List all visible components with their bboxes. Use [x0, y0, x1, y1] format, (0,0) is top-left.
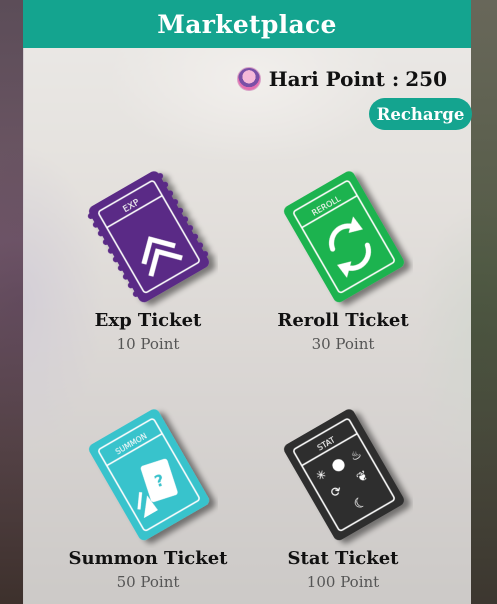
summon-ticket-card[interactable]: SUMMON ? Summon Ticket 50 Point [48, 398, 248, 591]
points-display: Hari Point : 250 [236, 67, 447, 91]
reroll-ticket-title: Reroll Ticket [277, 310, 409, 331]
exp-ticket-card[interactable]: EXP Exp Ticket 10 Point [48, 160, 248, 353]
stat-ticket-card[interactable]: STAT ✳ ♨ ⟳ ❦ ☾ Stat Ticket 100 Point [243, 398, 443, 591]
reroll-ticket-image[interactable]: REROLL [273, 160, 413, 310]
recharge-button[interactable]: Recharge [369, 98, 472, 130]
summon-ticket-title: Summon Ticket [68, 548, 228, 569]
avatar [236, 67, 261, 91]
exp-ticket-image[interactable]: EXP [78, 160, 218, 310]
stat-ticket-title: Stat Ticket [287, 548, 399, 569]
marketplace-header: Marketplace [23, 0, 471, 48]
background-right-edge [471, 0, 497, 604]
points-value: 250 [405, 67, 447, 91]
exp-ticket-price: 10 Point [116, 335, 180, 353]
stat-ticket-price: 100 Point [306, 573, 380, 591]
points-text: Hari Point : 250 [269, 67, 447, 91]
background-left-edge [0, 0, 24, 604]
summon-ticket-price: 50 Point [116, 573, 180, 591]
summon-ticket-image[interactable]: SUMMON ? [78, 398, 218, 548]
reroll-ticket-price: 30 Point [311, 335, 375, 353]
stat-ticket-image[interactable]: STAT ✳ ♨ ⟳ ❦ ☾ [273, 398, 413, 548]
exp-ticket-title: Exp Ticket [94, 310, 202, 331]
page-title: Marketplace [157, 9, 337, 39]
points-label: Hari Point : [268, 67, 400, 91]
reroll-ticket-card[interactable]: REROLL Reroll Ticket 30 Point [243, 160, 443, 353]
